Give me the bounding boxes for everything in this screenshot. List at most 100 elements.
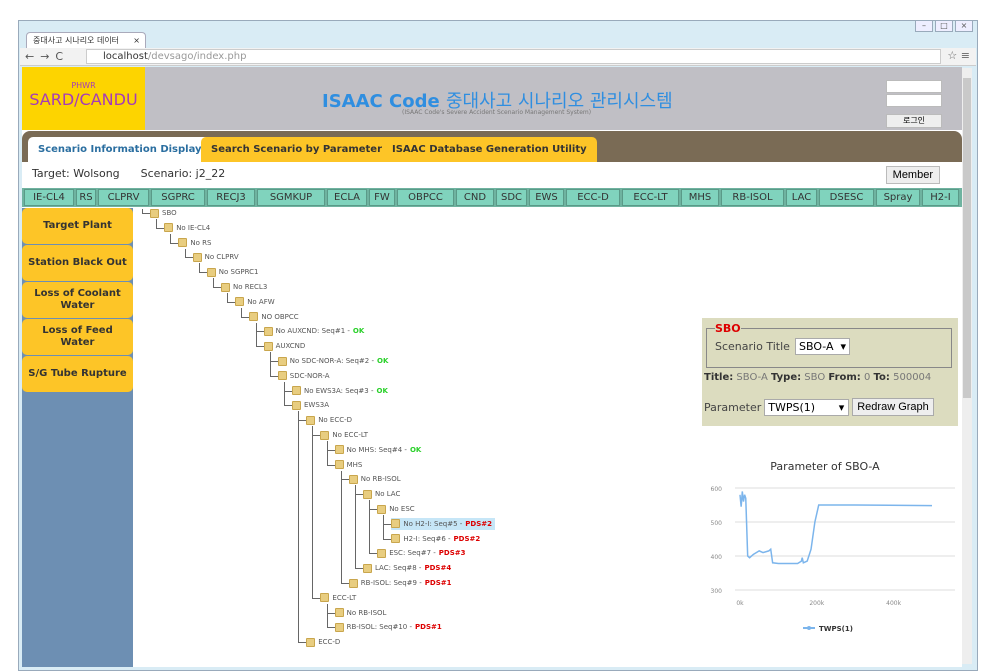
url-input[interactable]: localhost/devsago/index.php [86, 49, 941, 64]
tree-node[interactable]: SBO [150, 207, 177, 219]
tree-node[interactable]: MHS [334, 459, 362, 471]
code-tab-clprv[interactable]: CLPRV [98, 189, 149, 206]
tree-node-status: OK [377, 357, 389, 365]
code-tab-ie-cl4[interactable]: IE-CL4 [24, 189, 74, 206]
tab-database-utility[interactable]: ISAAC Database Generation Utility [382, 137, 597, 162]
code-tab-sgmkup[interactable]: SGMKUP [257, 189, 325, 206]
tree-connector [255, 322, 257, 347]
tree-node[interactable]: No MHS: Seq#4 - OK [334, 444, 421, 456]
scrollbar[interactable] [962, 68, 972, 664]
id-input[interactable] [886, 80, 942, 93]
code-tab-recj3[interactable]: RECJ3 [207, 189, 255, 206]
tree-node[interactable]: No RECL3 [221, 281, 267, 293]
tree-node[interactable]: No EWS3A: Seq#3 - OK [292, 385, 388, 397]
header: PHWR SARD/CANDU ISAAC Code 중대사고 시나리오 관리시스… [22, 67, 962, 130]
tree-node[interactable]: No RS [178, 237, 211, 249]
tree-node-label: RB-ISOL: Seq#9 - [360, 579, 422, 587]
tree-connector [369, 553, 378, 555]
code-tab-h2-i[interactable]: H2-I [922, 189, 959, 206]
nav-buttons[interactable]: ←→C [25, 50, 69, 63]
tree-node[interactable]: No CLPRV [192, 251, 239, 263]
member-button[interactable]: Member [885, 166, 940, 184]
password-input[interactable] [886, 94, 942, 107]
code-tab-lac[interactable]: LAC [786, 189, 817, 206]
code-tab-rs[interactable]: RS [76, 189, 96, 206]
tree-connector [340, 470, 342, 583]
tree-node[interactable]: No LAC [363, 488, 400, 500]
scrollbar-thumb[interactable] [963, 78, 971, 398]
code-tab-ecc-d[interactable]: ECC-D [566, 189, 620, 206]
tree-node-label: No AUXCND: Seq#1 - [275, 327, 350, 336]
sidebar-item-loss-of-feed-water[interactable]: Loss of Feed Water [22, 319, 133, 355]
tree-node[interactable]: No H2-I: Seq#5 - PDS#2 [391, 517, 496, 530]
tree-connector [298, 642, 307, 644]
tree-node[interactable]: EWS3A [292, 399, 329, 411]
tree-node-status: PDS#4 [424, 564, 452, 573]
sidebar-item-target-plant[interactable]: Target Plant [22, 208, 133, 244]
code-tab-cnd[interactable]: CND [456, 189, 494, 206]
page-subtitle: (ISAAC Code's Severe Accident Scenario M… [402, 109, 592, 116]
tree-node-label: No LAC [375, 490, 401, 499]
code-tab-ecla[interactable]: ECLA [327, 189, 367, 206]
tree-node[interactable]: AUXCND [263, 340, 305, 352]
tree-node[interactable]: No IE-CL4 [164, 222, 210, 234]
tree-node[interactable]: NO OBPCC [249, 311, 299, 323]
tree-connector [241, 316, 250, 318]
tree-node-status: PDS#2 [465, 519, 493, 528]
tree-node[interactable]: No SDC-NOR-A: Seq#2 - OK [277, 355, 389, 367]
tree-node[interactable]: No ESC [377, 503, 415, 515]
tree-node[interactable]: No RB-ISOL [348, 473, 401, 485]
tree-node[interactable]: ESC: Seq#7 - PDS#3 [377, 547, 466, 559]
tab-scenario-info[interactable]: Scenario Information Display [28, 137, 212, 162]
tab-search-scenario[interactable]: Search Scenario by Parameters [201, 137, 398, 162]
folder-icon [192, 252, 202, 262]
tree-node[interactable]: SDC-NOR-A [277, 370, 330, 382]
code-tab-ecc-lt[interactable]: ECC-LT [622, 189, 679, 206]
tree-node[interactable]: RB-ISOL: Seq#10 - PDS#1 [334, 621, 442, 633]
scenario-summary: Title: SBO-A Type: SBO From: 0 To: 50000… [704, 372, 932, 383]
tree-connector [213, 278, 214, 287]
tree-node[interactable]: ECC-LT [320, 592, 356, 604]
code-tab-spray[interactable]: Spray [876, 189, 920, 206]
close-tab-icon[interactable]: × [133, 33, 140, 48]
parameter-select[interactable]: TWPS(1) ▾ [764, 398, 850, 416]
folder-icon [306, 637, 316, 647]
tree-node[interactable]: No AFW [235, 296, 275, 308]
code-tab-mhs[interactable]: MHS [681, 189, 719, 206]
minimize-icon[interactable]: – [915, 20, 933, 32]
tree-node[interactable]: No ECC-LT [320, 429, 368, 441]
tree-node-label: No MHS: Seq#4 - [346, 445, 407, 454]
maximize-icon[interactable]: □ [935, 20, 953, 32]
code-tab-dsesc[interactable]: DSESC [819, 189, 874, 206]
tree-node[interactable]: No ECC-D [306, 414, 352, 426]
code-tab-sgprc[interactable]: SGPRC [151, 189, 205, 206]
tree-node-status: PDS#2 [453, 534, 481, 543]
login-button[interactable]: 로그인 [886, 113, 942, 128]
code-tab-rb-isol[interactable]: RB-ISOL [721, 189, 784, 206]
tree-node[interactable]: No AUXCND: Seq#1 - OK [263, 325, 364, 337]
menu-icon[interactable]: ☆ ≡ [947, 49, 970, 62]
tree-node[interactable]: No SGPRC1 [206, 266, 259, 278]
folder-icon [277, 371, 287, 381]
sidebar-item-s-g-tube-rupture[interactable]: S/G Tube Rupture [22, 356, 133, 392]
tree-node[interactable]: ECC-D [306, 636, 340, 648]
tree-node[interactable]: RB-ISOL: Seq#9 - PDS#1 [348, 577, 451, 589]
code-tab-obpcc[interactable]: OBPCC [397, 189, 454, 206]
tree-node[interactable]: H2-I: Seq#6 - PDS#2 [391, 533, 480, 545]
code-tab-ews[interactable]: EWS [529, 189, 564, 206]
legend-marker-dot [807, 626, 811, 630]
code-tab-sdc[interactable]: SDC [496, 189, 527, 206]
tree-connector [170, 233, 172, 243]
sidebar-item-station-black-out[interactable]: Station Black Out [22, 245, 133, 281]
tree-node[interactable]: LAC: Seq#8 - PDS#4 [363, 562, 451, 574]
code-tab-fw[interactable]: FW [369, 189, 395, 206]
scenario-title-select[interactable]: SBO-A ▾ [794, 338, 851, 355]
tree-connector [284, 390, 292, 392]
close-icon[interactable]: × [955, 20, 973, 32]
browser-tab[interactable]: 중대사고 시나리오 데이터 × [26, 32, 146, 48]
info-line: Target: Wolsong Scenario: j2_22 [32, 167, 226, 180]
tree-connector [156, 219, 158, 228]
redraw-graph-button[interactable]: Redraw Graph [852, 398, 934, 416]
sidebar-item-loss-of-coolant-water[interactable]: Loss of Coolant Water [22, 282, 133, 318]
tree-node[interactable]: No RB-ISOL [334, 607, 386, 619]
